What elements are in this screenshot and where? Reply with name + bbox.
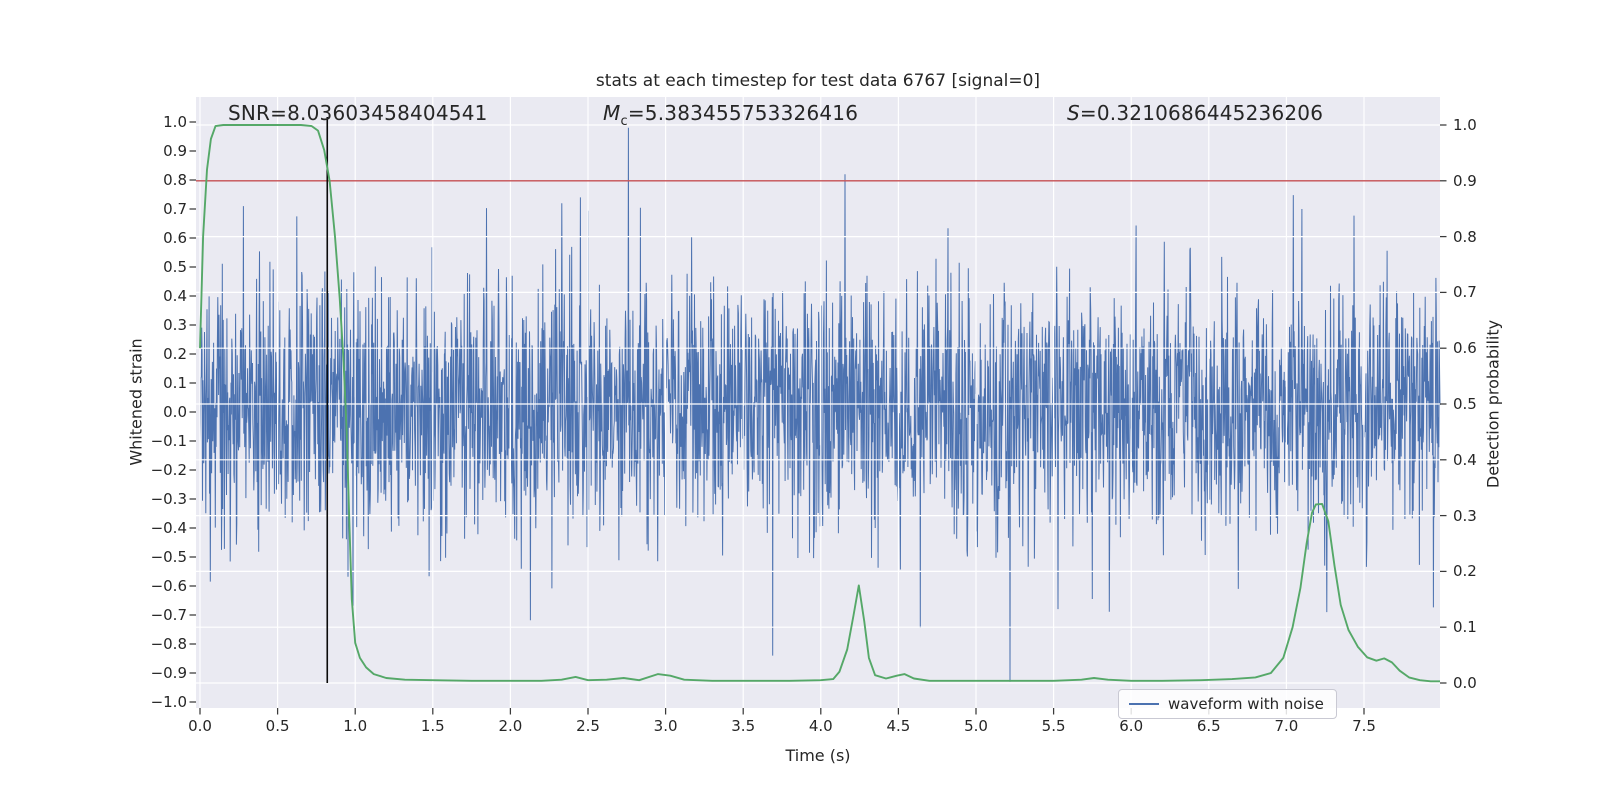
left-y-tick-label: −0.8 [150,635,187,653]
left-y-tick-label: −0.9 [150,664,187,682]
x-tick-label: 3.0 [653,717,678,735]
left-y-tick-label: −0.6 [150,577,187,595]
left-y-tick-label: 0.7 [163,200,187,218]
right-y-tick-label: 0.8 [1453,227,1477,246]
chirp-mass-symbol: M [603,101,621,125]
x-tick-label: 4.5 [886,717,911,735]
left-y-tick-label: −0.7 [150,606,187,624]
x-tick-label: 1.5 [420,717,445,735]
chart-title: stats at each timestep for test data 676… [595,71,1041,91]
left-y-tick-label: 1.0 [163,113,187,131]
x-tick-label: 7.0 [1274,717,1299,735]
significance-value: =0.3210686445236206 [1079,101,1324,125]
x-tick-label: 4.0 [808,717,833,735]
x-tick-label: 7.5 [1352,717,1376,735]
right-y-tick-label: 0.9 [1453,171,1477,190]
x-tick-label: 1.0 [343,717,368,735]
legend: waveform with noise [1118,689,1337,719]
chirp-mass-subscript: c [620,114,628,129]
right-y-tick-label: 0.7 [1453,283,1477,302]
figure: stats at each timestep for test data 676… [0,0,1600,800]
x-tick-label: 6.0 [1119,717,1144,735]
chirp-mass-value: =5.383455753326416 [627,101,859,125]
right-y-tick-label: 0.4 [1453,450,1477,469]
x-axis-label: Time (s) [785,746,851,765]
x-tick-label: 3.5 [731,717,756,735]
right-y-tick-label: 0.6 [1453,339,1477,358]
right-y-tick-label: 0.1 [1453,618,1477,637]
left-y-tick-label: −0.3 [150,490,187,508]
right-y-tick-label: 0.0 [1453,674,1477,692]
x-tick-label: 0.5 [265,717,290,735]
annotation-significance: S=0.3210686445236206 [1067,101,1323,125]
x-tick-label: 5.0 [964,717,988,735]
left-y-tick-label: −0.5 [150,548,187,566]
legend-waveform-label: waveform with noise [1168,695,1324,713]
left-y-tick-label: 0.4 [163,287,187,305]
snr-text: SNR=8.03603458404541 [228,101,488,125]
x-tick-label: 5.5 [1041,717,1066,735]
x-tick-label: 2.0 [498,717,523,735]
significance-symbol: S [1067,101,1080,125]
x-tick-label: 2.5 [576,717,600,735]
left-y-tick-label: −0.4 [150,519,187,537]
right-y-tick-label: 0.2 [1453,562,1477,581]
left-y-tick-label: 0.6 [163,229,187,247]
left-y-tick-label: 0.3 [163,316,187,334]
annotation-snr: SNR=8.03603458404541 [228,101,488,125]
x-tick-label: 6.5 [1196,717,1221,735]
annotation-chirp-mass: Mc=5.383455753326416 [603,101,858,129]
left-y-tick-label: −1.0 [150,693,187,711]
right-y-tick-label: 0.3 [1453,506,1477,525]
left-y-axis-label: Whitened strain [126,338,146,466]
right-y-tick-label: 1.0 [1453,116,1477,134]
left-y-tick-label: 0.9 [163,142,187,160]
x-tick-label: 0.0 [188,717,212,735]
right-y-axis-label: Detection probability [1483,319,1503,489]
left-y-tick-label: 0.5 [163,258,187,276]
right-y-tick-label: 0.5 [1453,395,1477,413]
legend-waveform-line-sample [1129,702,1159,706]
left-y-tick-label: 0.8 [163,171,187,189]
